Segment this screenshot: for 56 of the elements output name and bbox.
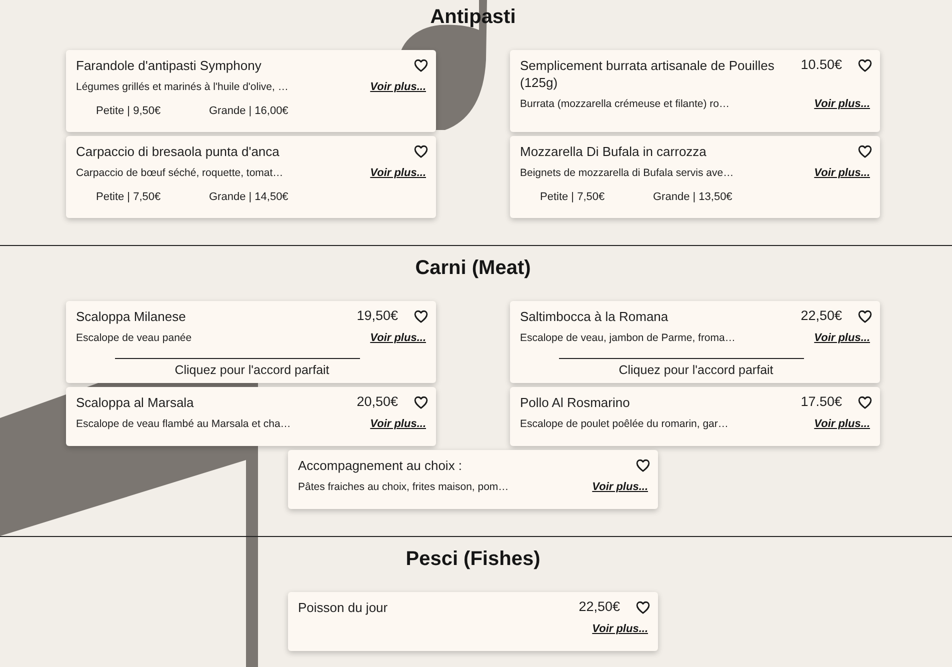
dish-description: Escalope de veau, jambon de Parme, froma… xyxy=(520,331,736,346)
pairing-link[interactable]: Cliquez pour l'accord parfait xyxy=(618,362,774,378)
dish-description: Légumes grillés et marinés à l'huile d'olive, … xyxy=(76,80,288,95)
see-more-link[interactable]: Voir plus... xyxy=(370,330,426,346)
portion-price: Petite | 7,50€ xyxy=(96,190,162,205)
portion-price: Grande | 16,00€ xyxy=(209,104,290,119)
heart-icon[interactable] xyxy=(858,396,872,409)
see-more-link[interactable]: Voir plus... xyxy=(814,416,870,432)
dish-name: Pollo Al Rosmarino xyxy=(520,394,631,411)
dish-description: Escalope de veau panée xyxy=(76,331,192,346)
see-more-link[interactable]: Voir plus... xyxy=(814,330,870,346)
dish-price: 22,50€ xyxy=(800,307,842,325)
heart-icon[interactable] xyxy=(858,310,872,323)
dish-price: 20,50€ xyxy=(356,393,398,411)
heart-icon[interactable] xyxy=(636,601,650,614)
heart-icon[interactable] xyxy=(414,396,428,409)
dish-name: Poisson du jour xyxy=(298,599,389,616)
see-more-link[interactable]: Voir plus... xyxy=(592,621,648,637)
see-more-link[interactable]: Voir plus... xyxy=(814,165,870,181)
portion-price: Grande | 14,50€ xyxy=(209,190,290,205)
dish-price: 10.50€ xyxy=(800,56,842,74)
dish-description: Pâtes fraiches au choix, frites maison, pom… xyxy=(298,480,509,495)
dish-price: 17.50€ xyxy=(800,393,842,411)
heart-icon[interactable] xyxy=(636,459,650,472)
heart-icon[interactable] xyxy=(858,59,872,72)
dish-name: Semplicement burrata artisanale de Pouilles (125g) xyxy=(520,57,776,91)
pairing-link[interactable]: Cliquez pour l'accord parfait xyxy=(174,362,330,378)
see-more-link[interactable]: Voir plus... xyxy=(592,479,648,495)
dish-name: Farandole d'antipasti Symphony xyxy=(76,57,262,74)
dish-price: 22,50€ xyxy=(578,598,620,616)
heart-icon[interactable] xyxy=(414,145,428,158)
portion-price: Grande | 13,50€ xyxy=(653,190,734,205)
see-more-link[interactable]: Voir plus... xyxy=(370,165,426,181)
dish-name: Saltimbocca à la Romana xyxy=(520,308,670,325)
dish-name: Accompagnement au choix : xyxy=(298,457,464,474)
see-more-link[interactable]: Voir plus... xyxy=(370,416,426,432)
dish-name: Mozzarella Di Bufala in carrozza xyxy=(520,143,708,160)
see-more-link[interactable]: Voir plus... xyxy=(814,96,870,112)
portion-price: Petite | 7,50€ xyxy=(540,190,606,205)
dish-description: Escalope de veau flambé au Marsala et cha… xyxy=(76,417,291,432)
dish-price: 19,50€ xyxy=(356,307,398,325)
dish-name: Carpaccio di bresaola punta d'anca xyxy=(76,143,280,160)
dish-description: Beignets de mozzarella di Bufala servis ave… xyxy=(520,166,734,181)
section-heading: Carni (Meat) xyxy=(414,256,532,280)
dish-description: Burrata (mozzarella crémeuse et filante) ro… xyxy=(520,97,730,112)
dish-description: Escalope de poulet poêlée du romarin, gar… xyxy=(520,417,728,432)
see-more-link[interactable]: Voir plus... xyxy=(370,79,426,95)
portion-price: Petite | 9,50€ xyxy=(96,104,162,119)
section-heading: Antipasti xyxy=(429,5,517,29)
dish-name: Scaloppa Milanese xyxy=(76,308,187,325)
heart-icon[interactable] xyxy=(858,145,872,158)
section-heading: Pesci (Fishes) xyxy=(404,547,542,571)
dish-name: Scaloppa al Marsala xyxy=(76,394,195,411)
heart-icon[interactable] xyxy=(414,59,428,72)
heart-icon[interactable] xyxy=(414,310,428,323)
dish-description: Carpaccio de bœuf séché, roquette, tomat… xyxy=(76,166,284,181)
